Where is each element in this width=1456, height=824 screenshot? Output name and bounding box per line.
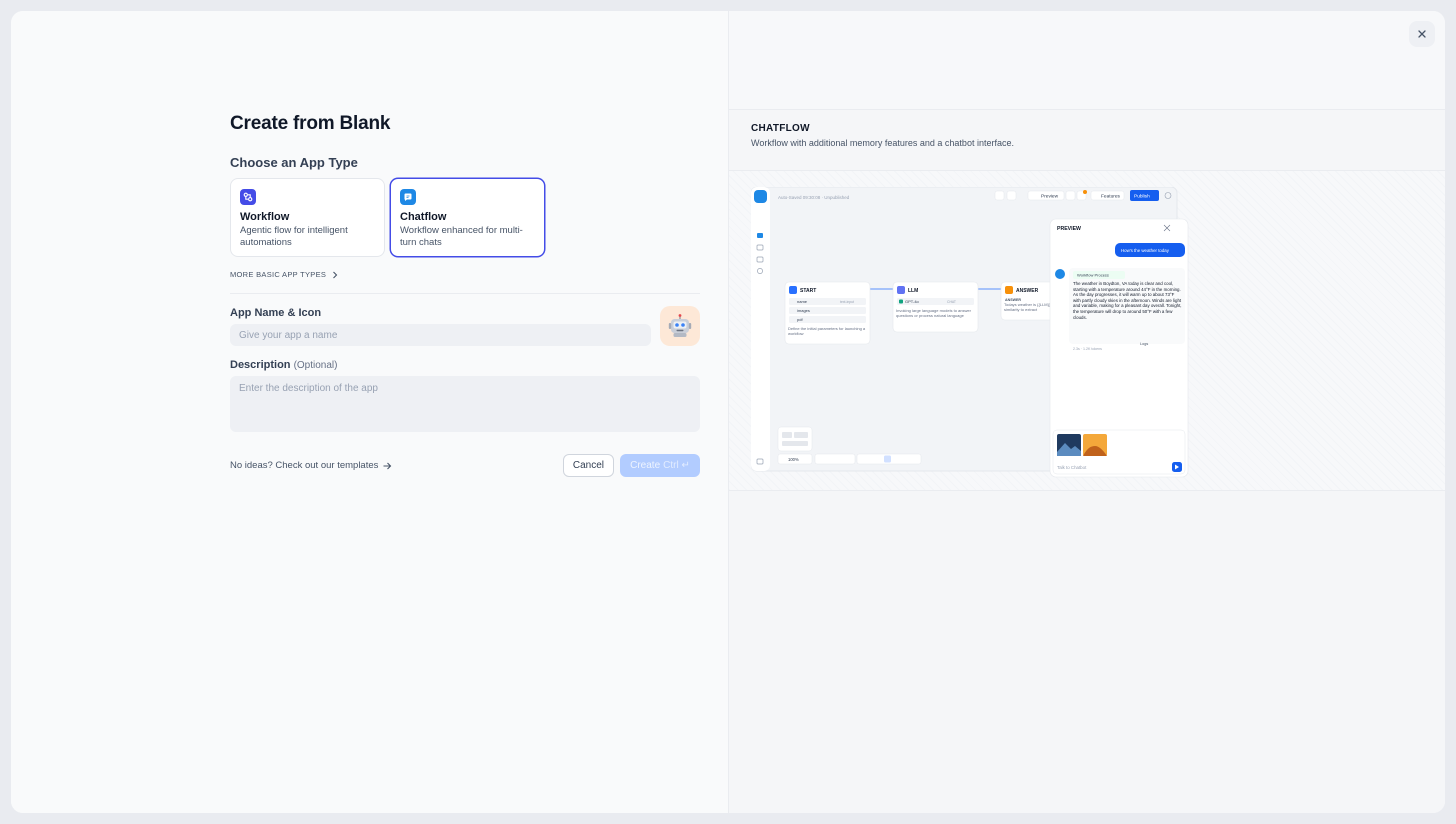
app-logo-icon xyxy=(754,190,767,203)
chatflow-icon xyxy=(400,189,416,205)
app-type-desc: Agentic flow for intelligent automations xyxy=(240,225,348,248)
app-name-label: App Name & Icon xyxy=(230,307,322,319)
app-type-label: Choose an App Type xyxy=(230,155,358,170)
llm-model-name: GPT-4o xyxy=(905,299,920,304)
canvas-zoom-level: 100% xyxy=(788,457,799,462)
description-textarea[interactable] xyxy=(230,376,700,432)
create-button[interactable]: Create Ctrl ↵ xyxy=(620,454,700,477)
chat-input-placeholder: Talk to Chatbot xyxy=(1057,465,1087,470)
create-shortcut: Ctrl ↵ xyxy=(663,460,690,471)
app-icon-picker[interactable] xyxy=(660,306,700,346)
chevron-right-icon xyxy=(333,271,338,278)
start-var-3: pdf xyxy=(797,317,803,322)
preview-image-area: Auto-Saved 09:30:08 · Unpublished Previe… xyxy=(729,171,1445,491)
preview-type-title: CHATFLOW xyxy=(751,123,810,134)
chat-user-message: How's the weather today xyxy=(1121,248,1170,253)
llm-node-desc: Invoking large language models to answer… xyxy=(896,308,971,318)
optional-hint: (Optional) xyxy=(293,360,338,371)
preview-top-band xyxy=(729,11,1445,110)
app-type-chatflow[interactable]: Chatflow Workflow enhanced for multi-tur… xyxy=(390,178,545,257)
arrow-right-icon xyxy=(383,462,392,469)
close-icon xyxy=(1418,30,1426,38)
app-type-list: Workflow Agentic flow for intelligent au… xyxy=(230,178,700,257)
page-title: Create from Blank xyxy=(230,113,391,134)
robot-icon xyxy=(668,314,692,337)
start-node-title: START xyxy=(800,288,816,294)
templates-link-text: No ideas? Check out our templates xyxy=(230,460,379,471)
close-button[interactable] xyxy=(1409,21,1435,47)
workflow-icon xyxy=(240,189,256,205)
app-name-input[interactable] xyxy=(230,324,651,346)
canvas-features-button: Features xyxy=(1101,193,1121,199)
name-field-group: App Name & Icon xyxy=(230,307,651,346)
llm-node-title: LLM xyxy=(908,288,918,294)
action-buttons: Cancel Create Ctrl ↵ xyxy=(562,454,700,477)
app-type-name: Chatflow xyxy=(400,211,447,223)
form-footer: No ideas? Check out our templates Cancel… xyxy=(230,454,700,477)
form-panel: Create from Blank Choose an App Type Wor… xyxy=(11,11,728,813)
chatflow-preview-illustration: Auto-Saved 09:30:08 · Unpublished Previe… xyxy=(751,187,1189,478)
canvas-preview-button: Preview xyxy=(1041,193,1059,199)
app-type-workflow[interactable]: Workflow Agentic flow for intelligent au… xyxy=(230,178,385,257)
preview-header: CHATFLOW Workflow with additional memory… xyxy=(751,123,1014,148)
create-app-modal: Create from Blank Choose an App Type Wor… xyxy=(11,11,1445,813)
description-label-text: Description xyxy=(230,359,291,371)
chat-logs-link: Logs xyxy=(1140,342,1148,346)
chat-message-meta: 2.3s · 1.2K tokens xyxy=(1073,347,1102,351)
canvas-publish-button: Publish xyxy=(1134,193,1150,199)
llm-model-tag: CHAT xyxy=(947,300,956,304)
chat-preview-header: PREVIEW xyxy=(1057,226,1081,232)
answer-node-desc: Todays weather is {{LLM}}, similarity to… xyxy=(1004,302,1052,312)
description-label: Description (Optional) xyxy=(230,359,700,371)
templates-link[interactable]: No ideas? Check out our templates xyxy=(230,460,392,471)
start-node-desc: Define the initial parameters for launch… xyxy=(788,326,866,336)
preview-panel: CHATFLOW Workflow with additional memory… xyxy=(728,11,1445,813)
start-var-2: images xyxy=(797,308,810,313)
start-var-1: name xyxy=(797,299,808,304)
autosave-status: Auto-Saved 09:30:08 · Unpublished xyxy=(778,195,850,200)
app-type-name: Workflow xyxy=(240,211,290,223)
preview-type-description: Workflow with additional memory features… xyxy=(751,138,1014,148)
chat-process-tag: Workflow Process xyxy=(1077,273,1109,278)
more-app-types-toggle[interactable]: MORE BASIC APP TYPES xyxy=(230,270,700,279)
create-form: Create from Blank Choose an App Type Wor… xyxy=(230,113,700,477)
chat-bot-message: The weather in Boydton, VA today is clea… xyxy=(1073,281,1182,320)
cancel-button[interactable]: Cancel xyxy=(562,454,614,477)
divider xyxy=(230,293,700,294)
app-type-desc: Workflow enhanced for multi-turn chats xyxy=(400,225,523,248)
more-app-types-label: MORE BASIC APP TYPES xyxy=(230,270,327,279)
start-var-1-tag: text-input xyxy=(840,300,854,304)
name-icon-row: App Name & Icon xyxy=(230,306,700,346)
create-button-label: Create xyxy=(630,460,661,471)
answer-node-title: ANSWER xyxy=(1016,288,1039,294)
